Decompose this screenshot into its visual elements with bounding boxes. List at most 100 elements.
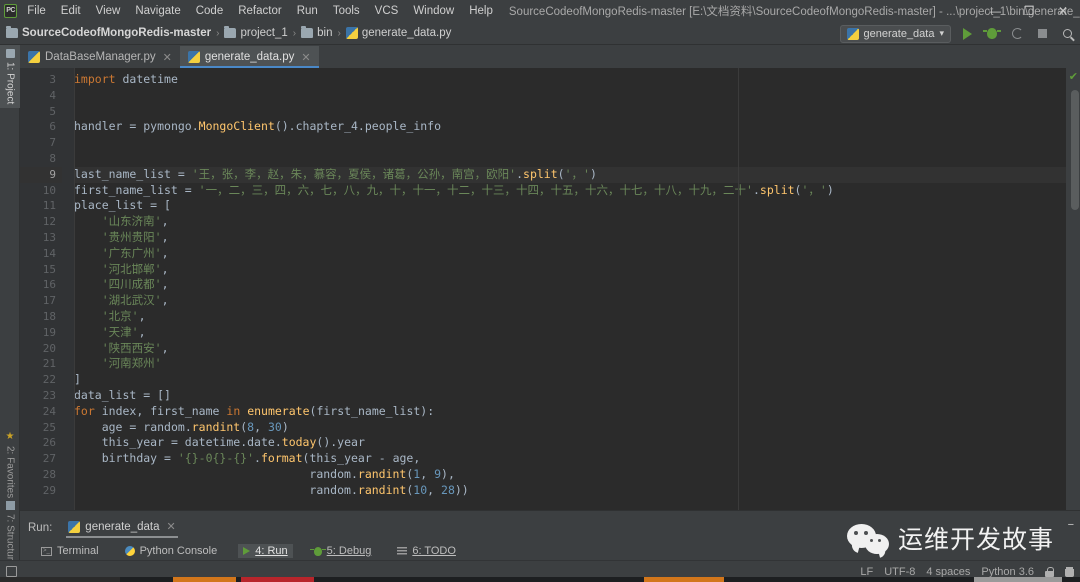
menu-item-refactor[interactable]: Refactor [236, 4, 283, 18]
tool-window-todo[interactable]: 6: TODO [392, 544, 461, 558]
line-number[interactable]: 16 [20, 277, 62, 293]
close-icon[interactable]: ✕ [166, 520, 175, 533]
tool-window-run[interactable]: 4: Run [238, 544, 293, 558]
run-configuration-selector[interactable]: generate_data ▾ [839, 24, 951, 43]
line-number[interactable]: 23 [20, 388, 62, 404]
taskbar-item[interactable] [0, 577, 120, 582]
line-number[interactable]: 11− [20, 198, 72, 214]
code-line[interactable]: '天津', [74, 325, 1080, 341]
line-number[interactable]: 19 [20, 325, 62, 341]
code-line[interactable]: birthday = '{}-0{}-{}'.format(this_year … [74, 451, 1080, 467]
line-separator-status[interactable]: LF [860, 566, 873, 578]
line-number[interactable]: 5 [20, 104, 62, 120]
menu-item-file[interactable]: File [25, 4, 48, 18]
line-number[interactable]: 28 [20, 467, 62, 483]
line-number[interactable]: 12 [20, 214, 62, 230]
error-stripe-marker-column[interactable]: ✔ [1066, 68, 1080, 510]
code-line[interactable]: ] [74, 372, 1080, 388]
line-number[interactable]: 13 [20, 230, 62, 246]
line-number[interactable]: 17 [20, 293, 62, 309]
taskbar-item[interactable] [241, 577, 314, 582]
encoding-status[interactable]: UTF-8 [884, 566, 915, 578]
minimize-icon[interactable]: − [1068, 519, 1074, 531]
code-line[interactable]: age = random.randint(8, 30) [74, 420, 1080, 436]
line-number[interactable]: 15 [20, 262, 62, 278]
code-line[interactable]: '河北邯郸', [74, 262, 1080, 278]
code-line[interactable]: '北京', [74, 309, 1080, 325]
editor-tab-databasemanager[interactable]: DataBaseManager.py ✕ [20, 46, 180, 68]
menu-item-navigate[interactable]: Navigate [133, 4, 182, 18]
breadcrumb-item-project[interactable]: SourceCodeofMongoRedis-master [6, 26, 211, 39]
line-number[interactable]: 21 [20, 356, 62, 372]
sidebar-item-project[interactable]: 1: Project [0, 45, 20, 109]
line-number[interactable]: 9 [20, 166, 62, 183]
line-number-gutter[interactable]: 3−4567891011−1213141516171819202122−2324… [20, 68, 72, 510]
code-line[interactable] [74, 88, 1080, 104]
code-line[interactable]: import datetime [74, 72, 1080, 88]
sidebar-item-favorites[interactable]: ★ 2: Favorites [0, 427, 20, 502]
line-number[interactable]: 6 [20, 119, 62, 135]
code-line[interactable]: '河南郑州' [74, 356, 1080, 372]
tool-window-debug[interactable]: 5: Debug [309, 544, 377, 558]
indent-status[interactable]: 4 spaces [926, 566, 970, 578]
code-line[interactable]: handler = pymongo.MongoClient().chapter_… [74, 119, 1080, 135]
code-line[interactable]: '山东济南', [74, 214, 1080, 230]
tool-window-terminal[interactable]: >_ Terminal [36, 544, 104, 558]
menu-item-tools[interactable]: Tools [331, 4, 362, 18]
code-text-area[interactable]: import datetime handler = pymongo.MongoC… [62, 68, 1080, 510]
code-line[interactable]: random.randint(10, 28)) [74, 483, 1080, 499]
line-number[interactable]: 3− [20, 72, 72, 88]
taskbar-item[interactable] [974, 577, 1062, 582]
run-window-tab-generate-data[interactable]: generate_data ✕ [62, 517, 181, 538]
menu-item-code[interactable]: Code [194, 4, 226, 18]
line-number[interactable]: 14 [20, 246, 62, 262]
line-number[interactable]: 26 [20, 435, 62, 451]
line-number[interactable]: 25 [20, 420, 62, 436]
code-line[interactable]: '四川成都', [74, 277, 1080, 293]
breadcrumb-item-project-1[interactable]: project_1 [224, 26, 288, 39]
search-everywhere-button[interactable] [1058, 25, 1076, 43]
code-line[interactable] [74, 151, 1080, 167]
menu-item-help[interactable]: Help [467, 4, 495, 18]
toggle-tool-windows-button[interactable] [0, 566, 22, 577]
code-line[interactable]: last_name_list = '王，张，李，赵，朱，慕容，夏侯，诸葛，公孙，… [74, 166, 1080, 183]
line-number[interactable]: 27 [20, 451, 62, 467]
menu-item-edit[interactable]: Edit [59, 4, 83, 18]
code-line[interactable]: '湖北武汉', [74, 293, 1080, 309]
close-icon[interactable]: ✕ [163, 51, 172, 64]
code-line[interactable]: first_name_list = '一，二，三，四，六，七，八，九，十，十一，… [74, 183, 1080, 199]
menu-item-view[interactable]: View [94, 4, 123, 18]
stop-button[interactable] [1033, 25, 1051, 43]
debug-button[interactable] [983, 25, 1001, 43]
code-line[interactable]: place_list = [ [74, 198, 1080, 214]
code-line[interactable]: data_list = [] [74, 388, 1080, 404]
taskbar-item[interactable] [644, 577, 724, 582]
menu-item-run[interactable]: Run [295, 4, 320, 18]
line-number[interactable]: 7 [20, 135, 62, 151]
run-button[interactable] [958, 25, 976, 43]
line-number[interactable]: 10 [20, 183, 62, 199]
line-number[interactable]: 22− [20, 372, 72, 388]
code-line[interactable]: for index, first_name in enumerate(first… [74, 404, 1080, 420]
code-line[interactable]: random.randint(1, 9), [74, 467, 1080, 483]
code-line[interactable]: '贵州贵阳', [74, 230, 1080, 246]
code-line[interactable]: '广东广州', [74, 246, 1080, 262]
coverage-button[interactable] [1008, 25, 1026, 43]
tool-window-python-console[interactable]: Python Console [120, 544, 223, 558]
close-button[interactable]: ✕ [1046, 0, 1080, 22]
read-only-lock-icon[interactable] [1045, 566, 1054, 577]
editor-vertical-scrollbar[interactable] [1071, 90, 1079, 210]
line-number[interactable]: 18 [20, 309, 62, 325]
maximize-button[interactable]: ❐ [1012, 0, 1046, 22]
line-number[interactable]: 29 [20, 483, 62, 499]
code-line[interactable]: this_year = datetime.date.today().year [74, 435, 1080, 451]
code-line[interactable] [74, 104, 1080, 120]
taskbar-item[interactable] [173, 577, 236, 582]
close-icon[interactable]: ✕ [301, 51, 310, 64]
breadcrumb-item-file[interactable]: generate_data.py [345, 27, 451, 39]
breadcrumb-item-bin[interactable]: bin [301, 26, 333, 39]
interpreter-status[interactable]: Python 3.6 [981, 566, 1034, 578]
line-number[interactable]: 20 [20, 341, 62, 357]
line-number[interactable]: 24− [20, 404, 72, 420]
code-line[interactable] [74, 135, 1080, 151]
